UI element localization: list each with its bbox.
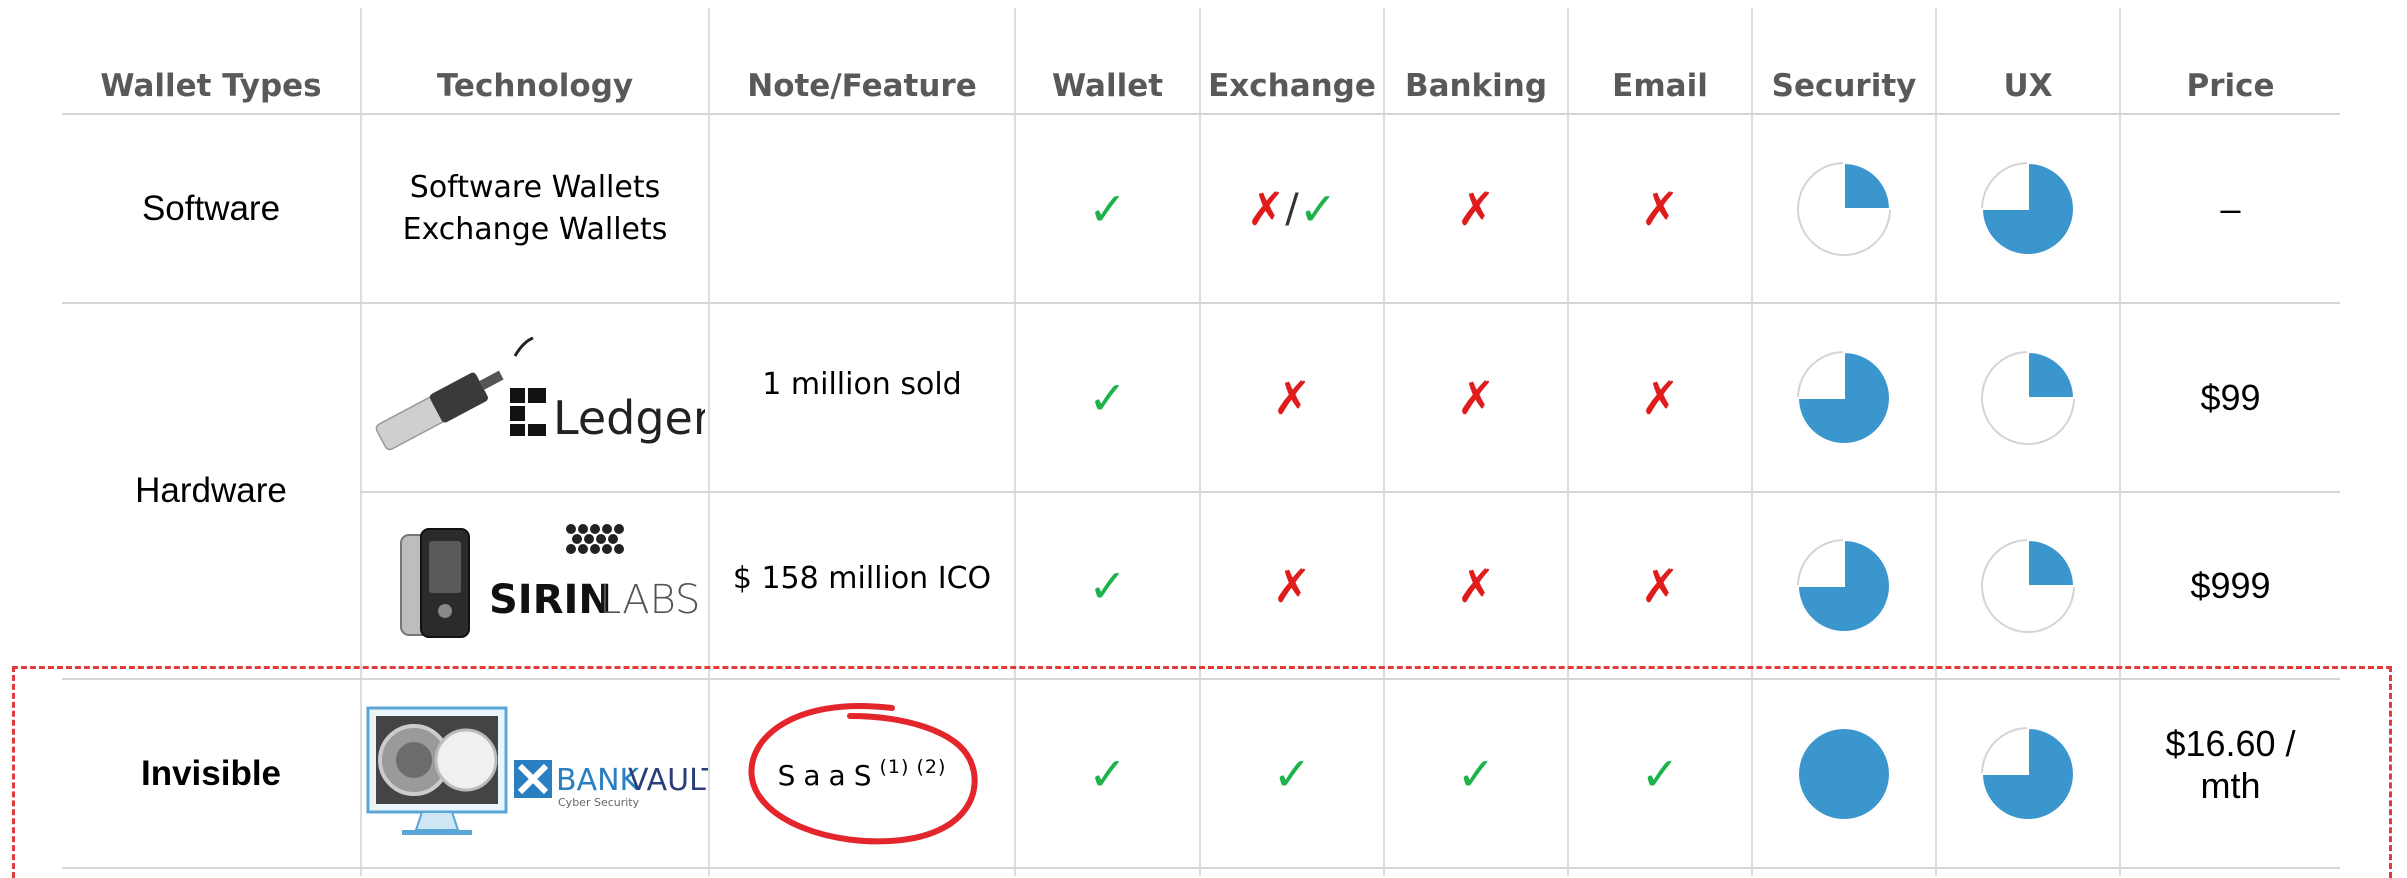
security-pie [1796, 538, 1891, 633]
sirin-phone-icon: SIRIN LABS [400, 523, 700, 638]
cross-icon: ✗ [1246, 181, 1286, 236]
invisible-ux [1937, 680, 2119, 867]
header-ux: UX [2003, 68, 2053, 104]
invisible-price: $16.60 / mth [2121, 680, 2340, 850]
separator: / [1285, 185, 1299, 232]
ledger-logo-text: Ledger [553, 391, 705, 445]
sirin-ux [1937, 493, 2119, 678]
check-icon: ✓ [1298, 181, 1338, 236]
row-label-invisible: Invisible [140, 753, 282, 793]
security-pie [1797, 161, 1892, 256]
price-line-2: mth [2200, 765, 2261, 806]
software-ux [1937, 115, 2119, 302]
ledger-ux [1937, 304, 2119, 491]
software-security [1753, 115, 1935, 302]
cross-icon: ✗ [1272, 558, 1312, 613]
tech-exchange-wallets: Exchange Wallets [402, 211, 668, 247]
header-banking: Banking [1404, 68, 1548, 104]
bankvault-subtitle: Cyber Security [558, 796, 640, 809]
cross-icon: ✗ [1456, 370, 1496, 425]
header-exchange: Exchange [1208, 68, 1376, 104]
price-line-1: $16.60 / [2165, 723, 2296, 764]
ux-pie [1981, 350, 2076, 445]
ux-pie [1980, 161, 2075, 256]
check-icon: ✓ [1088, 370, 1127, 425]
check-icon: ✓ [1088, 181, 1127, 236]
security-pie [1796, 350, 1891, 445]
ledger-device-icon: Ledger [375, 336, 705, 450]
sirin-security [1753, 493, 1935, 678]
ledger-logo: Ledger [362, 304, 708, 491]
sirin-price: $999 [2190, 564, 2271, 606]
software-exchange: ✗ / ✓ [1201, 115, 1383, 302]
saas-footnotes: (1) (2) [879, 755, 947, 778]
software-note [710, 115, 1014, 302]
software-price: – [2220, 187, 2241, 229]
cross-icon: ✗ [1640, 370, 1680, 425]
bankvault-logo-text-vault: VAULT. [628, 763, 708, 798]
check-icon: ✓ [1088, 746, 1127, 801]
row-label-software: Software [141, 188, 281, 228]
header-price: Price [2186, 68, 2275, 104]
pie-slice [2027, 538, 2076, 587]
header-note-feature: Note/Feature [747, 68, 977, 104]
tech-software-wallets: Software Wallets [409, 169, 661, 205]
check-icon: ✓ [1272, 746, 1312, 801]
saas-label: SaaS(1) (2) [778, 756, 947, 792]
invisible-security [1753, 680, 1935, 867]
header-email: Email [1612, 68, 1708, 104]
bankvault-logo: BANK VAULT. Cyber Security [362, 680, 708, 867]
security-pie [1797, 726, 1891, 821]
check-icon: ✓ [1088, 558, 1127, 613]
cross-icon: ✗ [1456, 181, 1496, 236]
cross-icon: ✗ [1640, 558, 1680, 613]
pie-slice [1843, 161, 1892, 210]
cross-icon: ✗ [1640, 181, 1680, 236]
sirin-logo-text: SIRIN [489, 577, 612, 623]
ux-pie [1980, 726, 2075, 821]
ledger-security [1753, 304, 1935, 491]
invisible-note: SaaS(1) (2) [710, 680, 1014, 867]
header-wallet: Wallet [1051, 68, 1164, 104]
pie-slice [2027, 350, 2076, 399]
software-technology: Software Wallets Exchange Wallets [362, 115, 708, 302]
cross-icon: ✗ [1456, 558, 1496, 613]
sirin-logo: SIRIN LABS [362, 493, 708, 678]
saas-text: SaaS [777, 758, 880, 792]
header-wallet-types: Wallet Types [100, 68, 322, 104]
labs-logo-text: LABS [599, 577, 700, 623]
pie-slice [1797, 726, 1891, 821]
ledger-price: $99 [2200, 376, 2261, 418]
ledger-note: 1 million sold [762, 366, 962, 402]
cross-icon: ✗ [1272, 370, 1312, 425]
sirin-note: $ 158 million ICO [732, 560, 992, 596]
row-label-hardware: Hardware [135, 471, 287, 510]
check-icon: ✓ [1640, 746, 1680, 801]
check-icon: ✓ [1456, 746, 1496, 801]
bankvault-monitor-icon: BANK VAULT. Cyber Security [366, 706, 708, 835]
ux-pie [1981, 538, 2076, 633]
header-security: Security [1771, 68, 1917, 104]
header-technology: Technology [436, 68, 634, 104]
